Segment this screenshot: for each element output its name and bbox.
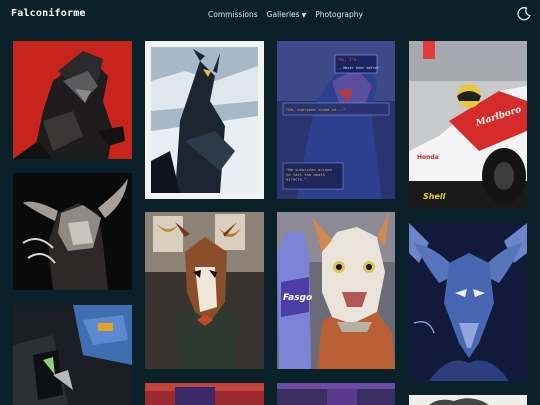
artwork-image — [409, 223, 527, 381]
artwork-image — [277, 383, 395, 405]
gallery-item-comic-horse[interactable]: "No, I'm ...Never been better "Oh, every… — [277, 41, 395, 199]
nav-galleries-label: Galleries — [266, 10, 300, 19]
gallery-item-deer-portrait[interactable] — [145, 212, 264, 369]
top-navigation-bar: Falconiforme Commissions Galleries ▼ Phot… — [0, 0, 540, 30]
car-sponsor-shell: Shell — [423, 192, 446, 201]
artwork-image — [145, 212, 264, 369]
gallery-item-goat-bottle[interactable]: Fasgo — [277, 212, 395, 369]
bottle-label: Fasgo — [283, 293, 312, 303]
gallery-item-race-car[interactable]: Marlboro Honda Shell — [409, 41, 527, 209]
comic-caption-1: "No, I'm — [337, 57, 357, 62]
comic-caption-3: "Oh, everyone loved it..." — [286, 107, 345, 112]
main-nav: Commissions Galleries ▼ Photography — [208, 10, 363, 19]
artwork-image: "No, I'm ...Never been better "Oh, every… — [277, 41, 395, 199]
gallery-item-black-wolf[interactable] — [145, 41, 264, 199]
artwork-image: Marlboro Honda Shell — [409, 41, 527, 209]
artwork-image — [13, 305, 132, 405]
gallery-item-col4-bottom[interactable] — [409, 395, 527, 405]
artwork-image — [145, 41, 264, 199]
gallery-item-col2-bottom[interactable] — [145, 383, 264, 405]
artwork-image — [409, 395, 527, 405]
artwork-image — [13, 41, 132, 159]
gallery-item-armored-dragon[interactable] — [13, 305, 132, 405]
nav-galleries[interactable]: Galleries ▼ — [267, 10, 307, 19]
artwork-image — [13, 173, 132, 290]
gallery-item-blue-beast[interactable] — [409, 223, 527, 381]
nav-commissions[interactable]: Commissions — [208, 10, 258, 19]
gallery-item-col3-bottom[interactable] — [277, 383, 395, 405]
artwork-image: Fasgo — [277, 212, 395, 369]
artwork-image — [145, 383, 264, 405]
chevron-down-icon: ▼ — [301, 12, 307, 19]
comic-caption-2: ...Never been better — [337, 66, 379, 70]
nav-photography[interactable]: Photography — [315, 10, 363, 19]
car-sponsor-honda: Honda — [417, 154, 439, 161]
gallery-item-horned-creature[interactable] — [13, 173, 132, 290]
moon-icon[interactable] — [516, 6, 532, 22]
site-title[interactable]: Falconiforme — [11, 8, 86, 19]
gallery-item-masked-figure-red[interactable] — [13, 41, 132, 159]
